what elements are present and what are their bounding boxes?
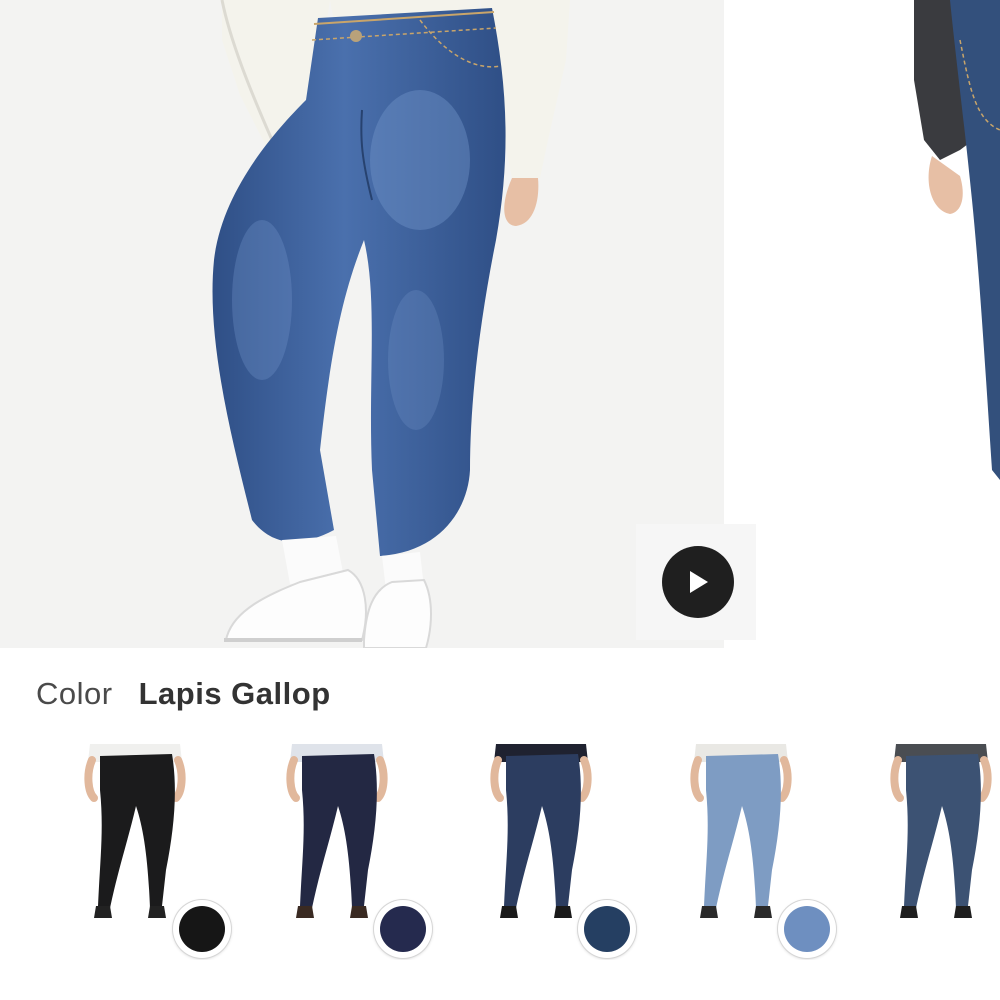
play-icon	[690, 571, 708, 593]
variant-thumbnail	[890, 744, 992, 918]
color-swatch-list	[0, 740, 1000, 960]
color-variant-1[interactable]	[70, 740, 250, 960]
next-product-image[interactable]	[800, 0, 1000, 648]
color-swatch-button[interactable]	[374, 900, 432, 958]
selected-color-name: Lapis Gallop	[138, 676, 331, 711]
color-swatch-button[interactable]	[778, 900, 836, 958]
swatch-color-dot	[584, 906, 630, 952]
swatch-color-dot	[380, 906, 426, 952]
jeans-back-photo	[914, 0, 1000, 480]
color-variant-3[interactable]	[476, 740, 656, 960]
main-product-image[interactable]	[0, 0, 724, 648]
color-swatch-button[interactable]	[578, 900, 636, 958]
swatch-color-dot	[179, 906, 225, 952]
color-variant-4[interactable]	[676, 740, 856, 960]
play-video-button[interactable]	[662, 546, 734, 618]
variant-thumbnail	[84, 744, 186, 918]
color-swatch-button[interactable]	[173, 900, 231, 958]
color-selection-label: Color Lapis Gallop	[36, 676, 331, 720]
swatch-color-dot	[784, 906, 830, 952]
product-image-gallery[interactable]	[0, 0, 1000, 648]
color-label: Color	[36, 676, 113, 711]
color-variant-2[interactable]	[272, 740, 452, 960]
color-variant-5[interactable]	[876, 740, 1000, 960]
jeans-front-photo	[212, 0, 570, 648]
